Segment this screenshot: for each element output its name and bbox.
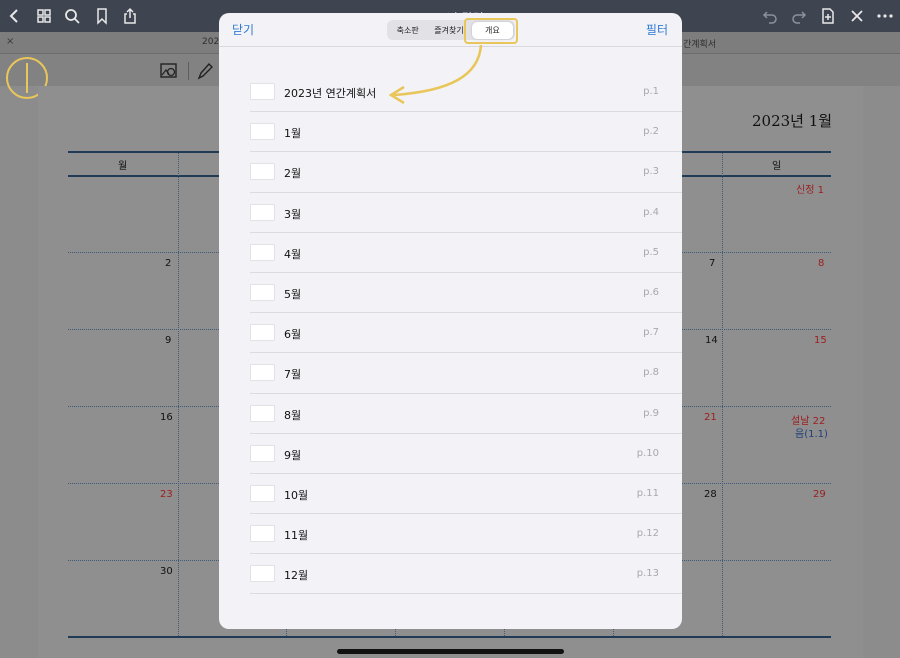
outline-item-page: p.5 [643,246,659,258]
outline-item-page: p.3 [643,166,659,178]
close-button[interactable]: 닫기 [232,21,254,38]
outline-item-page: p.12 [636,528,659,540]
segment-thumbnails[interactable]: 축소판 [387,22,428,39]
header-divider [219,46,682,47]
date-cell[interactable]: 9 [165,335,171,346]
outline-item-label: 10월 [284,488,309,502]
page-thumbnail [250,83,275,100]
outline-item[interactable]: 3월 p.4 [250,193,682,233]
page-thumbnail [250,163,275,181]
outline-item-label: 5월 [284,287,302,301]
outline-item-label: 1월 [284,127,302,141]
close-icon[interactable] [845,4,869,28]
outline-item-page: p.13 [636,568,659,580]
outline-item[interactable]: 5월 p.6 [250,273,682,314]
outline-item-label: 7월 [284,368,302,382]
outline-item-page: p.6 [643,286,659,298]
outline-item-page: p.11 [636,487,659,499]
toolbar-divider [188,62,189,80]
page-thumbnail [250,123,275,141]
page-thumbnail [250,364,275,382]
outline-item-label: 9월 [284,448,302,462]
outline-item-page: p.8 [643,367,659,379]
date-cell[interactable]: 15 [814,335,827,346]
outline-list: 2023년 연간계획서 p.1 1월 p.2 2월 p.3 3월 p.4 4월 p.5 5… [250,72,682,595]
outline-item[interactable]: 2월 p.3 [250,152,682,193]
page-thumbnail [250,203,275,221]
calendar-month-title: 2023년 1월 [752,112,833,130]
outline-item[interactable]: 8월 p.9 [250,394,682,434]
outline-item-label: 8월 [284,408,302,422]
date-cell[interactable]: 14 [705,335,718,346]
filter-button[interactable]: 필터 [646,21,668,38]
outline-item-label: 6월 [284,328,302,342]
page-thumbnail [250,444,275,462]
outline-item[interactable]: 4월 p.5 [250,233,682,273]
add-page-icon[interactable] [816,4,840,28]
outline-item-page: p.10 [636,447,659,459]
pen-icon[interactable] [195,61,215,81]
date-cell[interactable]: 16 [160,412,173,423]
outline-popover: 닫기 필터 축소판 즐겨찾기 개요 2023년 연간계획서 p.1 1월 p.2 2… [219,13,682,629]
calendar-column-line [178,153,179,636]
outline-item[interactable]: 6월 p.7 [250,313,682,354]
share-icon[interactable] [118,4,142,28]
outline-item[interactable]: 9월 p.10 [250,434,682,474]
outline-item-page: p.9 [643,407,659,419]
date-cell[interactable]: 30 [160,566,173,577]
date-cell[interactable]: 신정 1 [796,181,824,196]
redo-icon[interactable] [787,4,811,28]
search-icon[interactable] [60,4,84,28]
outline-item-label: 2023년 연간계획서 [284,87,377,100]
date-cell[interactable]: 2 [165,258,171,269]
date-cell[interactable]: 21 [704,412,717,423]
undo-icon[interactable] [758,4,782,28]
outline-item-page: p.4 [643,206,659,218]
page-thumbnail [250,565,275,583]
outline-item[interactable]: 7월 p.8 [250,353,682,394]
bookmark-icon[interactable] [90,4,114,28]
date-cell[interactable]: 28 [704,489,717,500]
outline-item-label: 3월 [284,207,302,221]
date-cell[interactable]: 23 [160,489,173,500]
grid-icon[interactable] [32,4,56,28]
page-thumbnail [250,404,275,422]
home-indicator [337,649,564,654]
more-icon[interactable] [873,4,897,28]
outline-item-label: 12월 [284,569,309,583]
lunar-date-label: 음(1.1) [795,429,828,440]
weekday-header-mon: 월 [118,161,128,172]
outline-item[interactable]: 2023년 연간계획서 p.1 [250,72,682,113]
outline-item[interactable]: 12월 p.13 [250,554,682,595]
outline-item-label: 4월 [284,247,302,261]
outline-item[interactable]: 11월 p.12 [250,514,682,555]
calendar-column-line [722,153,723,636]
page-thumbnail [250,484,275,502]
outline-item-label: 2월 [284,167,302,181]
page-thumbnail [250,525,275,543]
weekday-header-sun: 일 [772,161,782,172]
outline-item[interactable]: 10월 p.11 [250,474,682,515]
outline-item-page: p.2 [643,126,659,138]
lasso-image-icon[interactable] [159,61,179,81]
tab-close-button[interactable]: × [6,36,14,47]
date-cell[interactable]: 8 [818,258,824,269]
tab-right-label[interactable]: 간계획서 [683,37,716,50]
outline-item-page: p.7 [643,327,659,339]
outline-item[interactable]: 1월 p.2 [250,112,682,153]
date-cell[interactable]: 7 [709,258,715,269]
annotation-box-highlight [464,18,518,44]
page-thumbnail [250,283,275,301]
date-cell[interactable]: 29 [813,489,826,500]
outline-item-page: p.1 [643,86,659,97]
page-thumbnail [250,243,275,261]
page-thumbnail [250,324,275,342]
calendar-bottom-rule [68,636,831,638]
outline-item-label: 11월 [284,529,309,543]
chevron-left-icon[interactable] [3,4,27,28]
